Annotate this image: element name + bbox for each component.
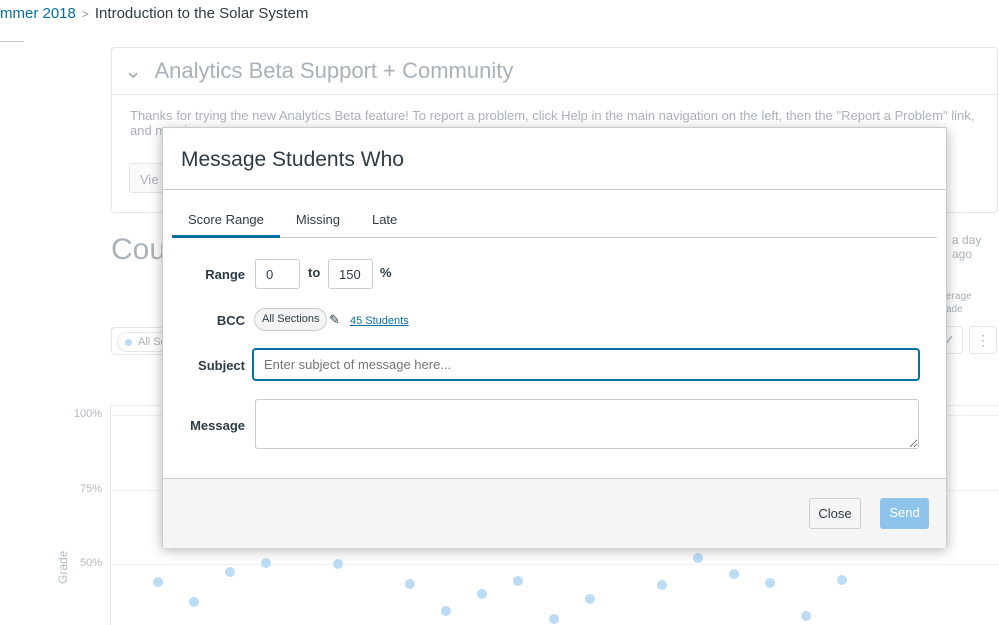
average-label-line: ade (946, 304, 963, 315)
dialog-title: Message Students Who (181, 148, 404, 171)
data-point (837, 574, 847, 585)
data-point (801, 610, 811, 621)
data-point (765, 577, 775, 588)
message-students-dialog: Message Students Who Score Range Missing… (162, 127, 947, 548)
range-from-input[interactable] (255, 259, 300, 289)
range-label: Range (205, 267, 245, 282)
breadcrumb-course: Introduction to the Solar System (94, 5, 309, 22)
tab-missing[interactable]: Missing (280, 200, 356, 238)
data-point (657, 580, 667, 590)
data-point (153, 577, 163, 587)
divider (163, 189, 946, 190)
students-link[interactable]: 45 Students (350, 315, 409, 327)
message-textarea[interactable] (255, 399, 919, 449)
course-heading: Cou (111, 233, 167, 266)
dialog-footer: Close Send (163, 478, 946, 548)
data-point (693, 553, 703, 563)
average-label-line: erage (946, 291, 972, 302)
range-unit: % (380, 265, 392, 280)
bcc-sections-pill[interactable]: All Sections (254, 308, 328, 331)
dot-icon (125, 339, 132, 346)
tab-score-range[interactable]: Score Range (172, 200, 280, 238)
data-point (333, 559, 343, 569)
breadcrumb: mmer 2018 > Introduction to the Solar Syst… (0, 5, 308, 22)
subject-label: Subject (198, 358, 245, 373)
bcc-label: BCC (216, 313, 245, 328)
y-axis-label: Grade (56, 550, 70, 584)
data-point (477, 589, 487, 599)
data-point (549, 613, 559, 624)
y-tick-label: 100% (73, 408, 102, 420)
chevron-right-icon: > (81, 7, 89, 21)
range-to-input[interactable] (328, 259, 373, 289)
tab-late[interactable]: Late (356, 200, 413, 238)
pencil-icon[interactable]: ✎ (329, 312, 340, 328)
tab-list: Score Range Missing Late (172, 200, 937, 238)
message-label: Message (190, 418, 245, 433)
more-options-button[interactable]: ⋮ (969, 326, 997, 354)
breadcrumb-term-link[interactable]: mmer 2018 (0, 5, 76, 22)
data-point (729, 568, 739, 579)
close-button[interactable]: Close (809, 498, 861, 529)
chevron-down-icon[interactable]: ⌄ (124, 58, 142, 84)
panel-title: Analytics Beta Support + Community (154, 58, 514, 83)
average-grade-label: erage ade (946, 290, 972, 316)
divider (0, 41, 24, 42)
gridline (111, 564, 999, 565)
y-tick-label: 75% (79, 483, 102, 495)
send-button[interactable]: Send (880, 498, 929, 529)
range-to-label: to (308, 265, 321, 280)
subject-input[interactable] (252, 348, 920, 381)
updated-time: a day ago (952, 233, 982, 261)
